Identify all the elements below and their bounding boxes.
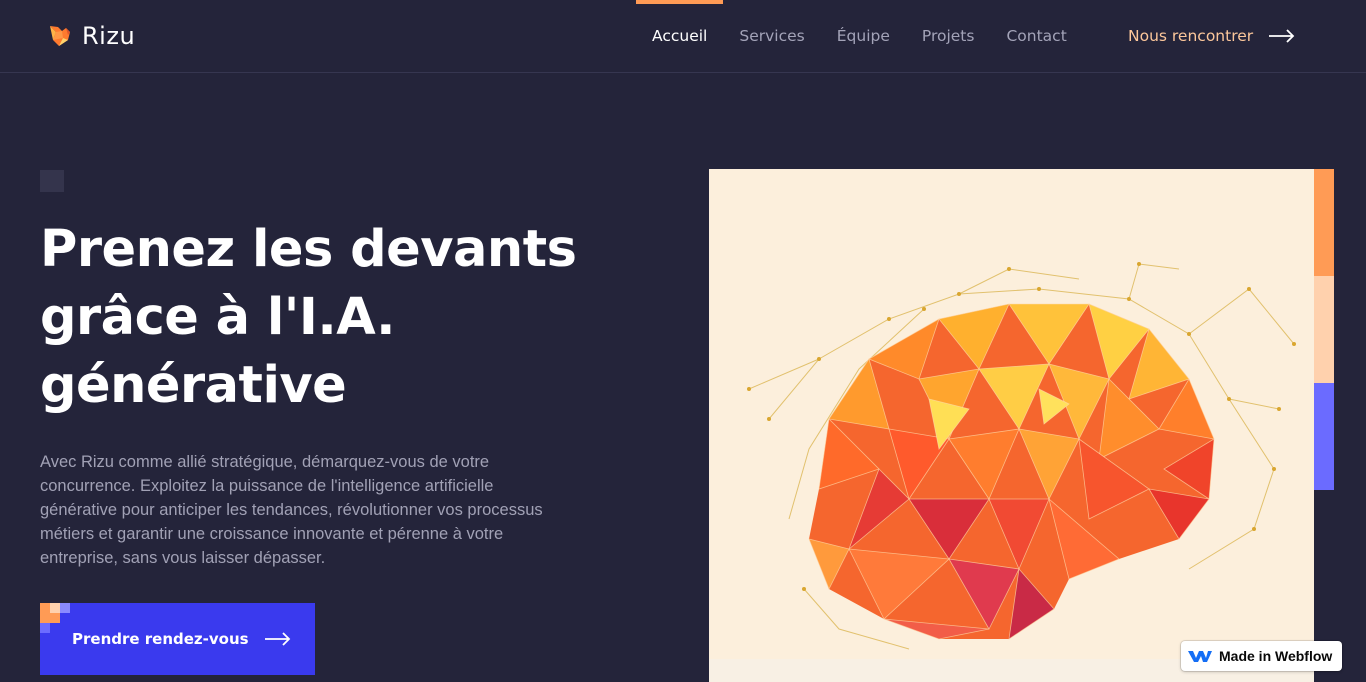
hero-title-line-2: grâce à l'I.A. <box>40 288 396 347</box>
hero-title-line-3: générative <box>40 356 347 415</box>
book-appointment-label: Prendre rendez-vous <box>72 630 249 648</box>
accent-bar-orange <box>1314 169 1334 276</box>
decorative-square <box>40 170 64 192</box>
image-side-accent <box>1314 169 1334 490</box>
hero-title: Prenez les devants grâce à l'I.A. généra… <box>40 216 640 420</box>
accent-bar-peach <box>1314 276 1334 383</box>
meet-us-link[interactable]: Nous rencontrer <box>1128 0 1295 72</box>
arrow-right-icon <box>264 632 290 646</box>
nav-item-contact[interactable]: Contact <box>990 0 1082 72</box>
brain-illustration <box>709 169 1314 682</box>
webflow-logo-icon <box>1188 651 1212 662</box>
hero-title-line-1: Prenez les devants <box>40 220 577 279</box>
cta-wrapper: Prendre rendez-vous <box>40 603 315 675</box>
nav-item-projets[interactable]: Projets <box>906 0 991 72</box>
made-in-webflow-badge[interactable]: Made in Webflow <box>1181 641 1342 671</box>
brand-name: Rizu <box>82 22 136 50</box>
site-header: Rizu Accueil Services Équipe Projets Con… <box>0 0 1366 73</box>
logo-link[interactable]: Rizu <box>46 22 135 50</box>
fox-icon <box>50 26 70 46</box>
arrow-right-icon <box>1269 29 1295 43</box>
accent-bar-blue <box>1314 383 1334 490</box>
hero-description: Avec Rizu comme allié stratégique, démar… <box>40 453 543 567</box>
made-in-webflow-label: Made in Webflow <box>1219 648 1333 664</box>
pixel-decoration <box>40 603 70 633</box>
book-appointment-button[interactable]: Prendre rendez-vous <box>40 603 315 675</box>
nav-item-services[interactable]: Services <box>723 0 820 72</box>
meet-us-label: Nous rencontrer <box>1128 27 1254 45</box>
main-nav: Accueil Services Équipe Projets Contact <box>636 0 1083 72</box>
nav-item-accueil[interactable]: Accueil <box>636 0 724 72</box>
nav-item-equipe[interactable]: Équipe <box>821 0 906 72</box>
